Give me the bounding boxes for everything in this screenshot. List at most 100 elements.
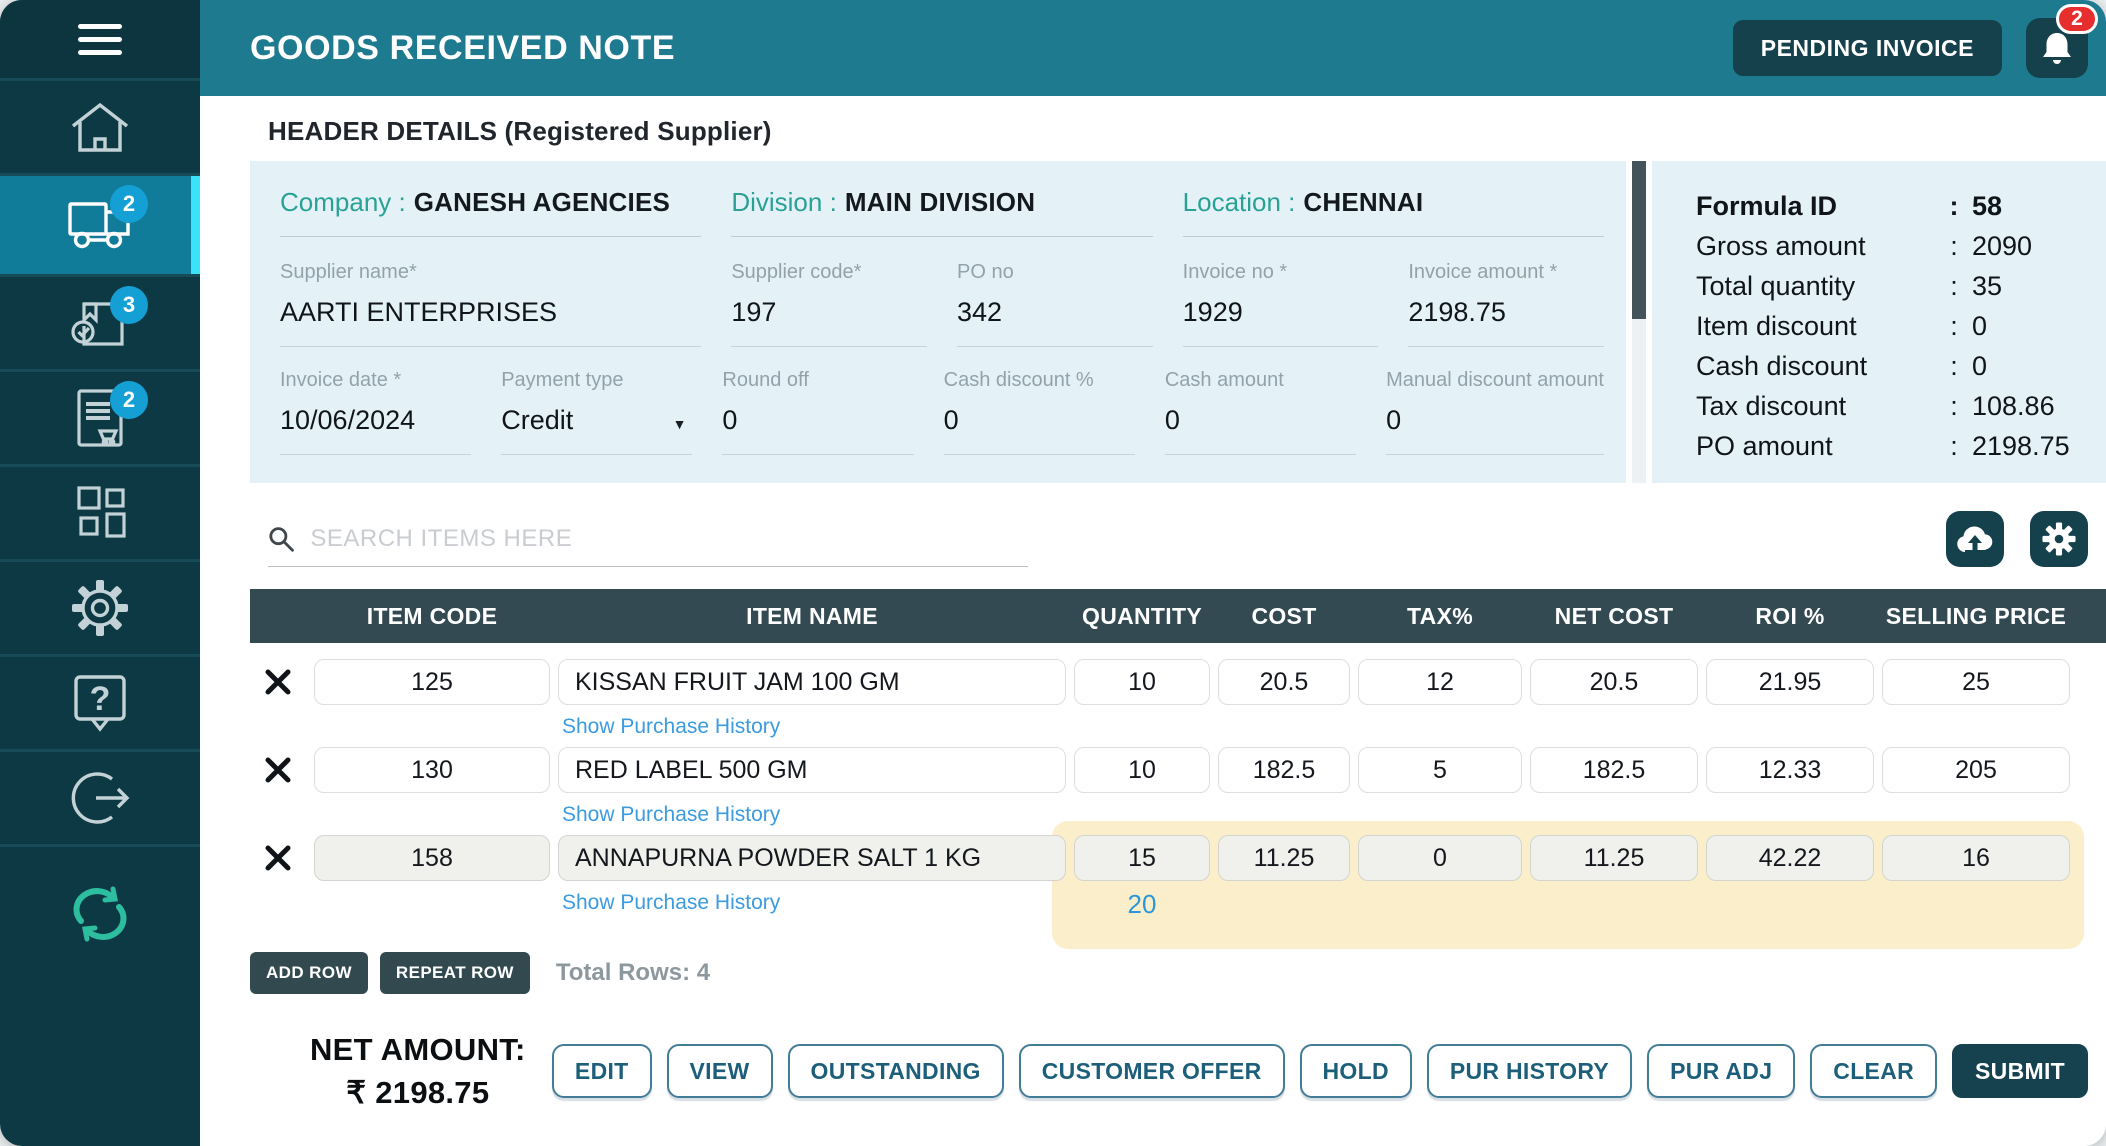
- invoice-date-input[interactable]: 10/06/2024: [280, 405, 471, 455]
- po-no-label: PO no: [957, 261, 1153, 284]
- col-roi: ROI %: [1706, 603, 1874, 630]
- item-name-input[interactable]: [558, 835, 1066, 881]
- company-field: Company :GANESH AGENCIES: [280, 187, 701, 237]
- delete-x-icon: [265, 845, 291, 871]
- customer-offer-button[interactable]: CUSTOMER OFFER: [1019, 1044, 1285, 1098]
- manual-discount-input[interactable]: 0: [1386, 405, 1604, 455]
- formula-id-value: 58: [1972, 191, 2002, 222]
- supplier-code-input[interactable]: 197: [731, 297, 927, 347]
- main-area: HEADER DETAILS (Registered Supplier) Com…: [200, 96, 2106, 1146]
- cash-amount-input[interactable]: 0: [1165, 405, 1356, 455]
- summary-row: Total quantity:35: [1696, 271, 2090, 302]
- item-code-input[interactable]: [314, 835, 550, 881]
- sidebar-item-grn[interactable]: 2: [0, 176, 200, 277]
- total-rows-label: Total Rows: 4: [556, 959, 710, 987]
- delete-row-button[interactable]: [250, 835, 306, 881]
- item-code-input[interactable]: [314, 659, 550, 705]
- tax-input[interactable]: [1358, 835, 1522, 881]
- delete-row-button[interactable]: [250, 659, 306, 705]
- sidebar-item-help[interactable]: ?: [0, 657, 200, 752]
- roi-input[interactable]: [1706, 835, 1874, 881]
- selling-price-input[interactable]: [1882, 835, 2070, 881]
- col-tax: TAX%: [1358, 603, 1522, 630]
- upload-button[interactable]: [1946, 511, 2004, 567]
- col-net-cost: NET COST: [1530, 603, 1698, 630]
- view-button[interactable]: VIEW: [667, 1044, 773, 1098]
- net-amount-value: ₹ 2198.75: [310, 1071, 526, 1114]
- quantity-input[interactable]: [1074, 659, 1210, 705]
- invoice-no-label: Invoice no *: [1183, 261, 1379, 284]
- pur-adj-button[interactable]: PUR ADJ: [1647, 1044, 1795, 1098]
- col-item-name: ITEM NAME: [558, 603, 1066, 630]
- repeat-row-button[interactable]: REPEAT ROW: [380, 952, 530, 994]
- gross-amount-value: 2090: [1972, 231, 2032, 262]
- item-name-input[interactable]: [558, 659, 1066, 705]
- division-label: Division :: [731, 187, 836, 217]
- panel-scrollbar[interactable]: [1632, 161, 1646, 483]
- po-no-input[interactable]: 342: [957, 297, 1153, 347]
- chevron-down-icon: ▼: [673, 416, 693, 432]
- sidebar-item-sync[interactable]: [0, 847, 200, 1146]
- net-cost-input[interactable]: [1530, 659, 1698, 705]
- pur-history-button[interactable]: PUR HISTORY: [1427, 1044, 1632, 1098]
- selling-price-input[interactable]: [1882, 747, 2070, 793]
- sidebar-item-settings[interactable]: [0, 562, 200, 657]
- tax-input[interactable]: [1358, 747, 1522, 793]
- panel-scrollbar-thumb[interactable]: [1632, 161, 1646, 319]
- sidebar-item-purchase[interactable]: 2: [0, 372, 200, 467]
- outstanding-button[interactable]: OUTSTANDING: [788, 1044, 1004, 1098]
- payment-type-field: Payment type Credit▼: [501, 369, 692, 455]
- roi-input[interactable]: [1706, 659, 1874, 705]
- payment-type-select[interactable]: Credit ▼: [501, 405, 692, 455]
- pending-invoice-button[interactable]: PENDING INVOICE: [1733, 20, 2002, 76]
- sidebar-item-home[interactable]: [0, 81, 200, 176]
- tax-input[interactable]: [1358, 659, 1522, 705]
- location-label: Location :: [1183, 187, 1296, 217]
- net-cost-input[interactable]: [1530, 835, 1698, 881]
- page-title: GOODS RECEIVED NOTE: [250, 29, 675, 68]
- add-row-button[interactable]: ADD ROW: [250, 952, 368, 994]
- clear-button[interactable]: CLEAR: [1810, 1044, 1937, 1098]
- invoice-amount-input[interactable]: 2198.75: [1408, 297, 1604, 347]
- item-name-input[interactable]: [558, 747, 1066, 793]
- cash-discount-pct-field: Cash discount % 0: [944, 369, 1135, 455]
- quantity-input[interactable]: [1074, 747, 1210, 793]
- cash-discount-pct-input[interactable]: 0: [944, 405, 1135, 455]
- cash-amount-field: Cash amount 0: [1165, 369, 1356, 455]
- show-purchase-history-link[interactable]: Show Purchase History: [562, 715, 780, 739]
- help-icon: ?: [70, 672, 130, 734]
- invoice-no-field: Invoice no * 1929: [1183, 261, 1379, 347]
- delete-row-button[interactable]: [250, 747, 306, 793]
- show-purchase-history-link[interactable]: Show Purchase History: [562, 891, 780, 920]
- cost-input[interactable]: [1218, 659, 1350, 705]
- location-field: Location :CHENNAI: [1183, 187, 1604, 237]
- items-table: ITEM CODE ITEM NAME QUANTITY COST TAX% N…: [250, 589, 2106, 942]
- header-details-panel: Company :GANESH AGENCIES Division : MAIN …: [250, 161, 1626, 483]
- home-icon: [68, 99, 132, 155]
- sidebar-item-menu[interactable]: [0, 0, 200, 81]
- sidebar-item-logout[interactable]: [0, 752, 200, 847]
- invoice-no-input[interactable]: 1929: [1183, 297, 1379, 347]
- payment-type-value: Credit: [501, 405, 573, 436]
- hold-button[interactable]: HOLD: [1300, 1044, 1412, 1098]
- sidebar-item-apps[interactable]: [0, 467, 200, 562]
- supplier-name-input[interactable]: AARTI ENTERPRISES: [280, 297, 701, 347]
- selling-price-input[interactable]: [1882, 659, 2070, 705]
- search-input[interactable]: [308, 524, 1028, 554]
- sidebar-item-receipts[interactable]: 3: [0, 277, 200, 372]
- submit-button[interactable]: SUBMIT: [1952, 1044, 2088, 1098]
- division-value: MAIN DIVISION: [845, 187, 1035, 217]
- table-settings-button[interactable]: [2030, 511, 2088, 567]
- summary-row: Cash discount:0: [1696, 351, 2090, 382]
- table-row: Show Purchase History: [250, 747, 2070, 827]
- item-code-input[interactable]: [314, 747, 550, 793]
- net-cost-input[interactable]: [1530, 747, 1698, 793]
- quantity-input[interactable]: [1074, 835, 1210, 881]
- round-off-input[interactable]: 0: [722, 405, 913, 455]
- round-off-label: Round off: [722, 369, 913, 392]
- cost-input[interactable]: [1218, 747, 1350, 793]
- show-purchase-history-link[interactable]: Show Purchase History: [562, 803, 780, 827]
- edit-button[interactable]: EDIT: [552, 1044, 652, 1098]
- roi-input[interactable]: [1706, 747, 1874, 793]
- cost-input[interactable]: [1218, 835, 1350, 881]
